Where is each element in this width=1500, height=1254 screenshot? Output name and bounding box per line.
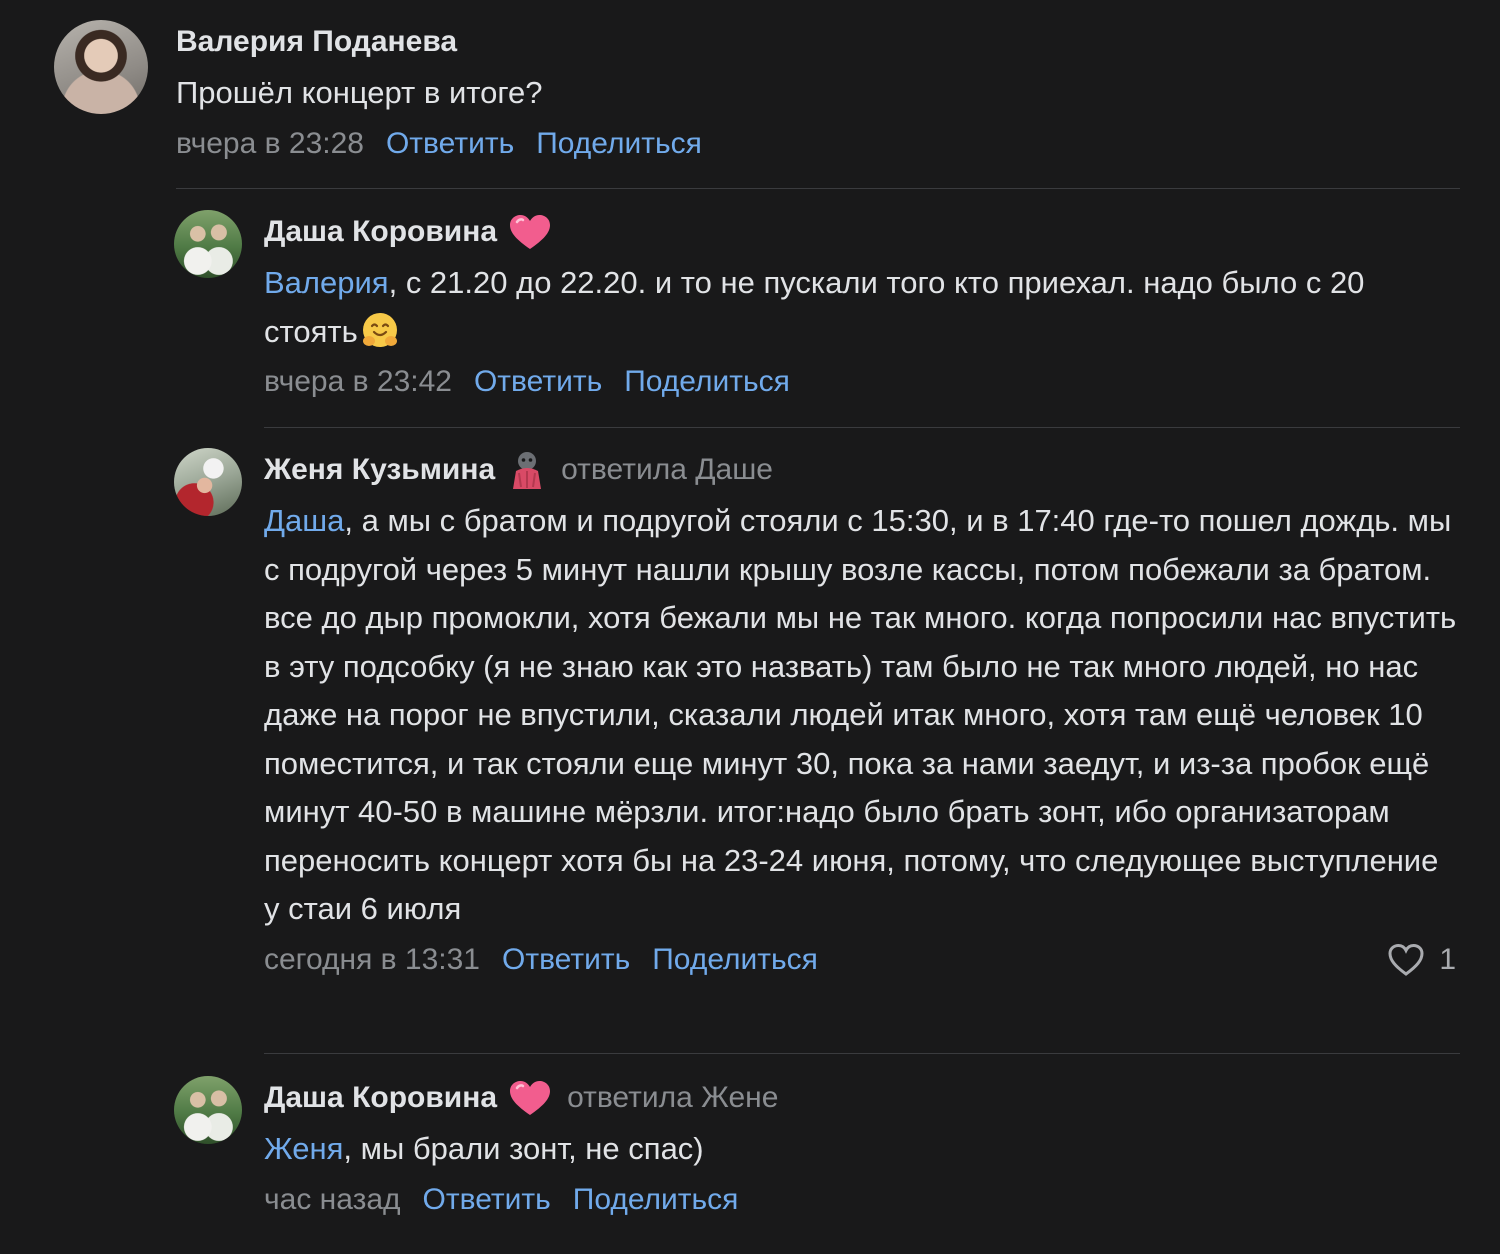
comment-text: Даша, а мы с братом и подругой стояли с …: [264, 497, 1460, 934]
comment-text: Валерия, с 21.20 до 22.20. и то не пуска…: [264, 259, 1460, 356]
comment-header: Женя Кузьмина ответила Даше: [264, 448, 1460, 492]
comment-body: Женя Кузьмина ответила Даше Даша, а мы с…: [264, 448, 1460, 983]
avatar[interactable]: [174, 448, 242, 516]
share-button[interactable]: Поделиться: [536, 127, 702, 160]
author-name[interactable]: Валерия Поданева: [176, 20, 457, 64]
share-button[interactable]: Поделиться: [573, 1183, 739, 1216]
pink-heart-icon: [510, 1081, 551, 1115]
comment-text-content: , мы брали зонт, не спас): [343, 1131, 704, 1166]
comment-text: Женя, мы брали зонт, не спас): [264, 1125, 1460, 1174]
comment-body: Валерия Поданева Прошёл концерт в итоге?…: [176, 20, 1460, 167]
divider: [264, 1053, 1460, 1054]
replied-to-label[interactable]: ответила Жене: [567, 1076, 778, 1120]
comment-text-content: Прошёл концерт в итоге?: [176, 75, 543, 110]
comment-header: Валерия Поданева: [176, 20, 1460, 64]
avatar[interactable]: [174, 1076, 242, 1144]
comment-meta: вчера в 23:28 Ответить Поделиться: [176, 121, 1460, 167]
author-name[interactable]: Женя Кузьмина: [264, 448, 495, 492]
comment-body: Даша Коровина ответила Жене Женя, мы бра…: [264, 1076, 1460, 1223]
author-name[interactable]: Даша Коровина: [264, 210, 497, 254]
comment-header: Даша Коровина ответила Жене: [264, 1076, 1460, 1120]
comment-meta: вчера в 23:42 Ответить Поделиться: [264, 359, 1460, 405]
divider: [264, 427, 1460, 428]
reply-button[interactable]: Ответить: [423, 1183, 551, 1216]
comment-header: Даша Коровина: [264, 210, 1460, 254]
comment-meta: сегодня в 13:31 Ответить Поделиться 1: [264, 937, 1460, 983]
avatar[interactable]: [174, 210, 242, 278]
divider: [176, 188, 1460, 189]
comment-timestamp[interactable]: сегодня в 13:31: [264, 943, 480, 976]
reply-button[interactable]: Ответить: [386, 127, 514, 160]
reply-button[interactable]: Ответить: [474, 365, 602, 398]
mention-link[interactable]: Женя: [264, 1131, 343, 1166]
avatar[interactable]: [54, 20, 148, 114]
hugging-face-emoji: [362, 312, 397, 347]
ghost-sticker-icon: [513, 452, 542, 489]
comment-text-content: , с 21.20 до 22.20. и то не пускали того…: [264, 265, 1365, 349]
heart-outline-icon: [1388, 943, 1424, 976]
mention-link[interactable]: Даша: [264, 503, 344, 538]
comment-timestamp[interactable]: вчера в 23:28: [176, 127, 364, 160]
comment-timestamp[interactable]: час назад: [264, 1183, 401, 1216]
pink-heart-icon: [510, 215, 551, 249]
share-button[interactable]: Поделиться: [652, 943, 818, 976]
comment-timestamp[interactable]: вчера в 23:42: [264, 365, 452, 398]
share-button[interactable]: Поделиться: [624, 365, 790, 398]
mention-link[interactable]: Валерия: [264, 265, 389, 300]
comment-text: Прошёл концерт в итоге?: [176, 69, 1460, 118]
comment-body: Даша Коровина Валерия, с 21.20 до 22.20.…: [264, 210, 1460, 405]
like-button[interactable]: 1: [1387, 937, 1456, 983]
author-name[interactable]: Даша Коровина: [264, 1076, 497, 1120]
like-count: 1: [1439, 942, 1456, 976]
replied-to-label[interactable]: ответила Даше: [561, 448, 773, 492]
reply-button[interactable]: Ответить: [502, 943, 630, 976]
comment-text-content: , а мы с братом и подругой стояли с 15:3…: [264, 503, 1457, 926]
comment-meta: час назад Ответить Поделиться: [264, 1177, 1460, 1223]
